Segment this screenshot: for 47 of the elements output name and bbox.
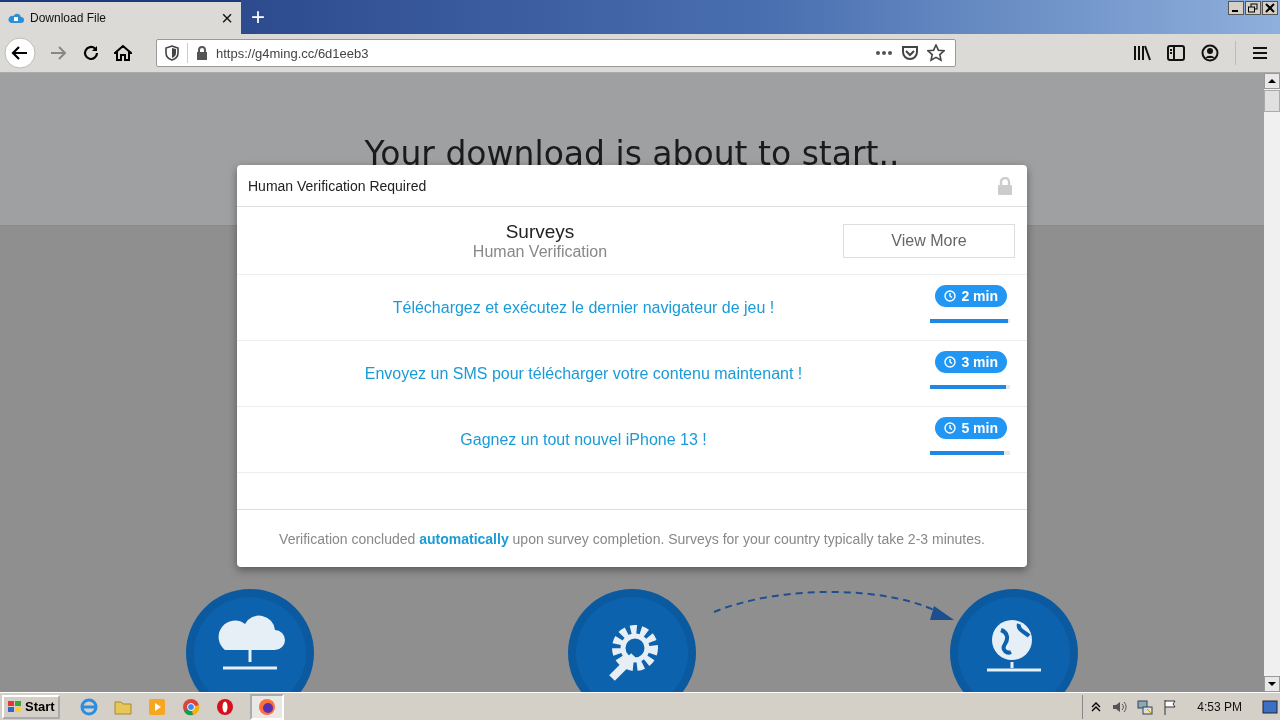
lock-icon [997,176,1013,195]
tab-title: Download File [30,11,108,25]
account-icon[interactable] [1201,44,1219,62]
home-icon[interactable] [114,44,132,62]
clock-icon [944,422,957,434]
library-icon[interactable] [1133,45,1151,61]
shield-icon [165,45,179,61]
page-heading: Your download is about to start.. [364,137,900,171]
scroll-down-icon[interactable] [1264,676,1280,692]
new-tab-button[interactable]: + [241,0,275,34]
footer-note: Verification concluded automatically upon survey completion. Surveys for your country typically take 2-3 minutes. [279,530,985,547]
address-bar[interactable]: https://g4ming.cc/6d1eeb3 [156,39,956,67]
time-label: 5 min [961,420,998,436]
chrome-icon[interactable] [181,697,200,716]
restore-icon[interactable] [1245,1,1261,15]
scrollbar-thumb[interactable] [1264,90,1280,112]
clock-icon [944,290,957,302]
back-icon[interactable] [4,37,36,69]
star-icon[interactable] [927,44,945,62]
tray-expand-icon[interactable] [1091,700,1102,713]
windows-logo-icon [7,699,23,714]
opera-icon[interactable] [215,697,234,716]
dialog-title: Human Verification Required [248,177,427,194]
firefox-taskbar-button[interactable] [249,693,284,720]
lock-icon [196,46,208,60]
show-desktop-icon[interactable] [1262,698,1278,715]
clock-time: 4:53 PM [1197,699,1242,714]
flag-icon[interactable] [1163,698,1178,715]
scroll-up-icon[interactable] [1264,73,1280,89]
start-button[interactable]: Start [2,694,60,719]
more-icon[interactable] [875,50,893,56]
view-more-button[interactable]: View More [843,223,1015,258]
url-text: https://g4ming.cc/6d1eeb3 [216,45,370,61]
section-subtitle: Human Verification [472,242,608,261]
section-title: Surveys [505,220,575,243]
network-icon[interactable] [1137,698,1154,715]
clock-icon [944,356,957,368]
close-icon[interactable] [1262,1,1278,15]
minimize-icon[interactable] [1228,1,1244,15]
time-label: 2 min [961,288,998,304]
pocket-icon[interactable] [901,45,919,61]
time-label: 3 min [961,354,998,370]
reload-icon[interactable] [82,44,100,62]
menu-icon[interactable] [1252,46,1268,60]
sidebar-icon[interactable] [1167,45,1185,61]
tab-close-button[interactable]: × [221,6,233,30]
browser-tab[interactable]: Download File × [0,0,241,34]
